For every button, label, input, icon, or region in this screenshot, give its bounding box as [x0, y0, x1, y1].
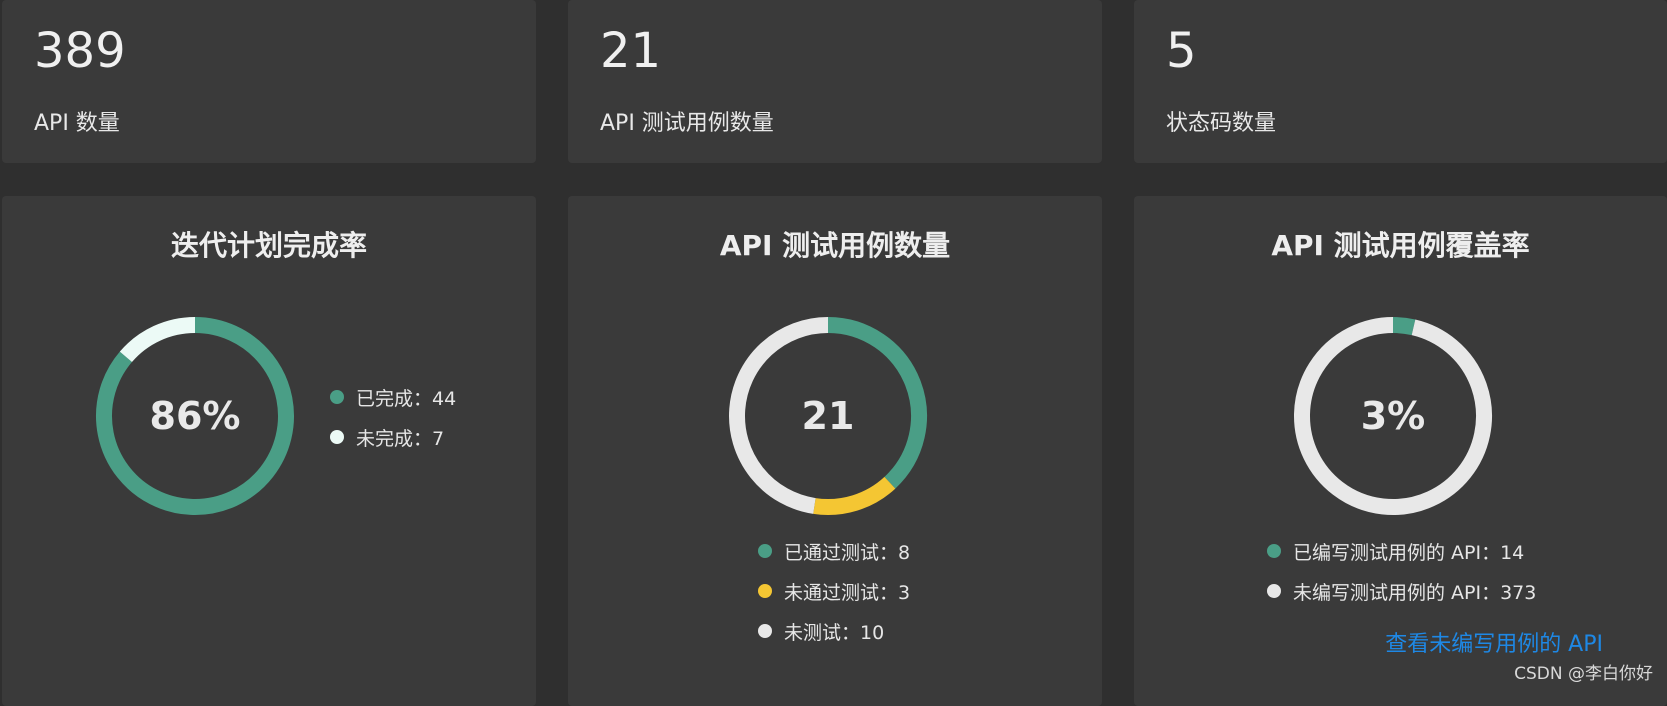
stat-value: 5	[1166, 23, 1197, 79]
donut-center-value: 3%	[1360, 394, 1426, 438]
stat-label: API 测试用例数量	[600, 111, 774, 136]
legend-label: 已通过测试：8	[784, 541, 911, 564]
legend-dot	[758, 584, 772, 598]
chart-card-test-coverage: API 测试用例覆盖率 3% 已编写测试用例的 API：14 未编写测试用例的 …	[1134, 196, 1667, 706]
legend-item-completed: 已完成：44	[330, 377, 456, 417]
chart-title: API 测试用例数量	[719, 229, 951, 262]
donut-segment	[1392, 317, 1416, 336]
chart-title: 迭代计划完成率	[170, 229, 367, 262]
legend-label: 未测试：10	[784, 621, 885, 644]
chart-legend: 已编写测试用例的 API：14 未编写测试用例的 API：373	[1267, 531, 1536, 611]
stat-card-test-case-count: 21 API 测试用例数量	[568, 0, 1102, 163]
legend-label: 未通过测试：3	[784, 581, 911, 604]
legend-item-passed: 已通过测试：8	[758, 531, 910, 571]
legend-dot	[1267, 584, 1281, 598]
legend-dot	[758, 544, 772, 558]
legend-item-failed: 未通过测试：3	[758, 571, 910, 611]
stat-value: 21	[600, 23, 662, 79]
watermark-text: CSDN @李白你好	[1514, 664, 1653, 684]
legend-dot	[330, 430, 344, 444]
legend-label: 已编写测试用例的 API：14	[1293, 541, 1525, 564]
stat-card-status-code-count: 5 状态码数量	[1134, 0, 1667, 163]
legend-label: 未编写测试用例的 API：373	[1293, 581, 1537, 604]
legend-dot	[330, 390, 344, 404]
legend-label: 未完成：7	[356, 427, 445, 450]
donut-center-value: 21	[801, 394, 855, 438]
legend-dot	[1267, 544, 1281, 558]
legend-label: 已完成：44	[356, 387, 457, 410]
legend-item-covered: 已编写测试用例的 API：14	[1267, 531, 1536, 571]
donut-center-value: 86%	[149, 394, 241, 438]
chart-title: API 测试用例覆盖率	[1271, 229, 1530, 262]
chart-card-test-case-count: API 测试用例数量 21 已通过测试：8 未通过测试：3 未测试：10	[568, 196, 1102, 706]
legend-dot	[758, 624, 772, 638]
legend-item-untested: 未测试：10	[758, 611, 910, 651]
legend-item-uncovered: 未编写测试用例的 API：373	[1267, 571, 1536, 611]
donut-segment	[813, 476, 896, 515]
stat-card-api-count: 389 API 数量	[2, 0, 536, 163]
stat-value: 389	[34, 23, 126, 79]
stat-label: API 数量	[34, 111, 120, 136]
chart-legend: 已完成：44 未完成：7	[330, 377, 456, 457]
legend-item-not-completed: 未完成：7	[330, 417, 456, 457]
stat-label: 状态码数量	[1166, 111, 1277, 136]
view-uncovered-apis-link[interactable]: 查看未编写用例的 API	[1385, 626, 1603, 658]
chart-legend: 已通过测试：8 未通过测试：3 未测试：10	[758, 531, 910, 651]
chart-card-iteration-completion: 迭代计划完成率 86% 已完成：44 未完成：7	[2, 196, 536, 706]
donut-segment	[119, 317, 196, 363]
